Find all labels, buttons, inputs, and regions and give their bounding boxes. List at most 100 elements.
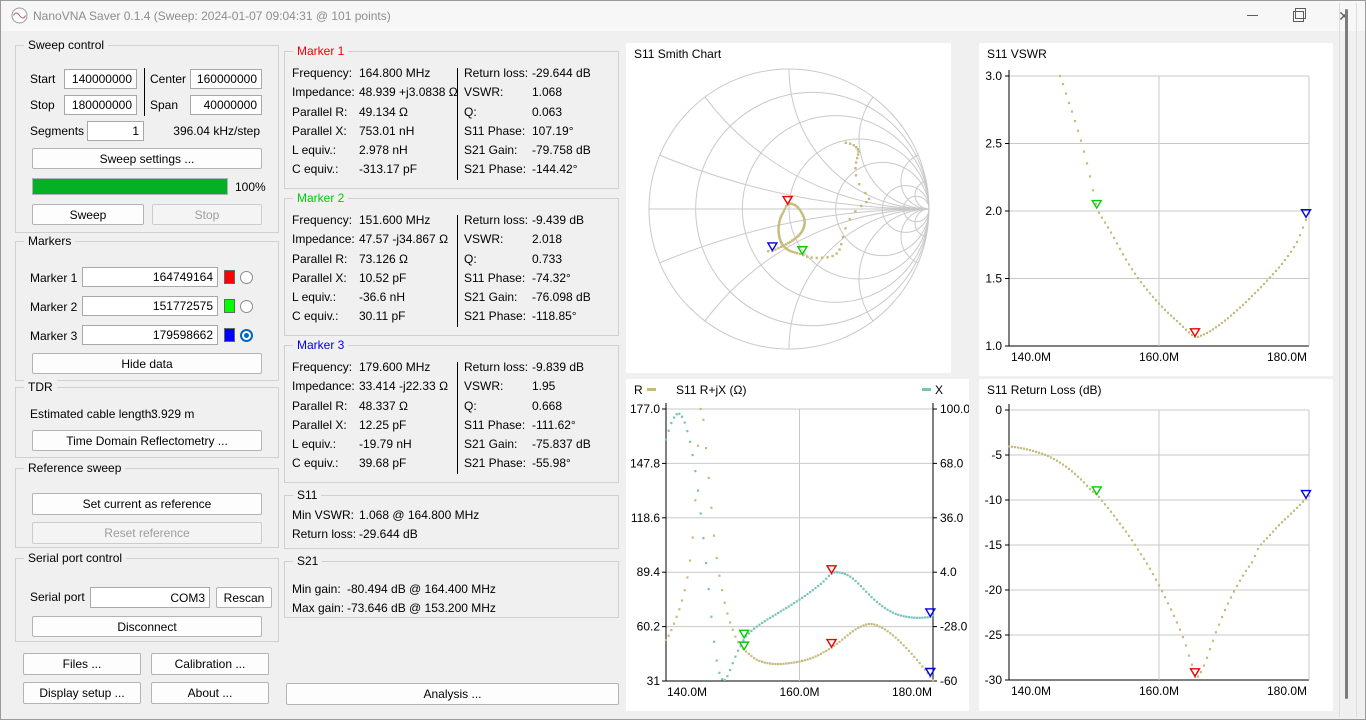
marker-detail-row: Parallel X:753.01 nH [292,122,452,141]
detail-label: S11 Phase: [464,122,532,141]
marker2-color-swatch[interactable] [224,299,235,313]
serial-port-label: Serial port [30,590,85,605]
span-input[interactable] [190,95,262,115]
segments-input[interactable] [87,121,144,141]
marker-detail-row: Parallel X:12.25 pF [292,416,452,435]
stop-input[interactable] [64,95,137,115]
svg-text:3.0: 3.0 [985,69,1002,83]
s11-return-loss-label: Return loss: [292,527,356,542]
marker3-label: Marker 3 [30,329,77,344]
detail-label: VSWR: [464,230,532,249]
marker3-color-swatch[interactable] [224,328,235,342]
marker-detail-row: Parallel R:49.134 Ω [292,103,452,122]
svg-text:S11 Return Loss (dB): S11 Return Loss (dB) [987,383,1102,397]
detail-label: C equiv.: [292,454,359,473]
detail-label: Impedance: [292,83,359,102]
svg-text:36.0: 36.0 [940,511,964,525]
svg-text:180.0M: 180.0M [1267,350,1307,364]
set-reference-button[interactable]: Set current as reference [32,493,262,515]
files-button[interactable]: Files ... [23,653,141,675]
calibration-button[interactable]: Calibration ... [151,653,269,675]
vswr-chart[interactable]: S11 VSWR3.02.52.01.51.0140.0M160.0M180.0… [979,43,1333,376]
reset-reference-button[interactable]: Reset reference [32,522,262,544]
rescan-button[interactable]: Rescan [216,587,272,608]
detail-label: Q: [464,250,532,269]
detail-value: -29.644 dB [532,64,616,83]
center-input[interactable] [190,69,262,89]
tdr-group-title: TDR [24,380,57,395]
app-window: NanoVNA Saver 0.1.4 (Sweep: 2024-01-07 0… [0,0,1366,720]
detail-value: -75.837 dB [532,435,616,454]
smith-chart[interactable]: S11 Smith Chart [626,43,951,373]
detail-label: S11 Phase: [464,416,532,435]
detail-label: Impedance: [292,230,359,249]
detail-label: Parallel R: [292,397,359,416]
marker3-radio[interactable] [240,329,253,342]
marker-detail-row: Q:0.063 [464,103,616,122]
marker-detail-row: Frequency:164.800 MHz [292,64,452,83]
detail-label: S21 Gain: [464,435,532,454]
start-input[interactable] [64,69,137,89]
detail-value: -9.839 dB [532,358,616,377]
detail-value: -76.098 dB [532,288,616,307]
detail-label: Parallel X: [292,122,359,141]
svg-text:2.0: 2.0 [985,204,1002,218]
restore-button[interactable] [1275,1,1321,30]
marker-detail-row: S11 Phase:-74.32° [464,269,616,288]
stop-button[interactable]: Stop [152,204,262,225]
app-icon [11,7,28,24]
span-label: Span [150,98,178,113]
svg-text:1.5: 1.5 [985,272,1002,286]
markers-group-title: Markers [24,234,75,249]
marker1-radio[interactable] [240,271,253,284]
detail-value: 39.68 pF [359,454,452,473]
disconnect-button[interactable]: Disconnect [32,616,262,637]
marker-detail-row: VSWR:1.068 [464,83,616,102]
marker-detail-row: Return loss:-9.439 dB [464,211,616,230]
detail-divider [457,362,458,474]
stop-label: Stop [30,98,55,113]
detail-divider [457,215,458,327]
max-gain-value: -73.646 dB @ 153.200 MHz [347,601,496,616]
detail-value: 0.063 [532,103,616,122]
detail-label: S21 Gain: [464,288,532,307]
rjx-chart[interactable]: RS11 R+jX (Ω)X177.0147.8118.689.460.2311… [626,379,969,711]
svg-text:-28.0: -28.0 [940,620,968,634]
display-setup-button[interactable]: Display setup ... [23,682,141,704]
detail-value: -9.439 dB [532,211,616,230]
detail-label: VSWR: [464,377,532,396]
minimize-button[interactable] [1229,1,1275,30]
svg-text:S11 R+jX (Ω): S11 R+jX (Ω) [676,383,746,397]
marker-detail-row: C equiv.:-313.17 pF [292,160,452,179]
analysis-button[interactable]: Analysis ... [286,683,619,705]
tdr-group: TDR Estimated cable length: 3.929 m Time… [15,387,279,458]
marker1-input[interactable] [82,267,218,287]
svg-text:140.0M: 140.0M [667,685,707,699]
sweep-settings-button[interactable]: Sweep settings ... [32,148,262,169]
start-label: Start [30,72,55,87]
tdr-button[interactable]: Time Domain Reflectometry ... [32,430,262,451]
hide-data-button[interactable]: Hide data [32,353,262,374]
scrollbar-thumb[interactable] [1345,9,1348,699]
sweep-button[interactable]: Sweep [32,204,144,225]
svg-text:160.0M: 160.0M [779,685,819,699]
svg-text:-20: -20 [985,583,1003,597]
marker-detail-column: Return loss:-29.644 dBVSWR:1.068Q:0.063S… [464,64,616,180]
close-button[interactable]: ✕ [1321,1,1366,30]
detail-label: S21 Phase: [464,307,532,326]
marker-detail-row: Impedance:47.57 -j34.867 Ω [292,230,452,249]
min-vswr-label: Min VSWR: [292,508,354,523]
markers-group: Markers Marker 1 Marker 2 Marker 3 Hide … [15,241,279,381]
marker1-color-swatch[interactable] [224,270,235,284]
serial-port-input[interactable] [90,587,210,608]
minimize-icon [1247,15,1258,16]
marker2-input[interactable] [82,296,218,316]
marker2-radio[interactable] [240,300,253,313]
detail-value: 0.668 [532,397,616,416]
marker-detail-row: Parallel R:73.126 Ω [292,250,452,269]
return-loss-chart[interactable]: S11 Return Loss (dB)0-5-10-15-20-25-3014… [979,379,1333,711]
detail-value: 30.11 pF [359,307,452,326]
detail-label: S21 Phase: [464,454,532,473]
about-button[interactable]: About ... [151,682,269,704]
marker3-input[interactable] [82,325,218,345]
